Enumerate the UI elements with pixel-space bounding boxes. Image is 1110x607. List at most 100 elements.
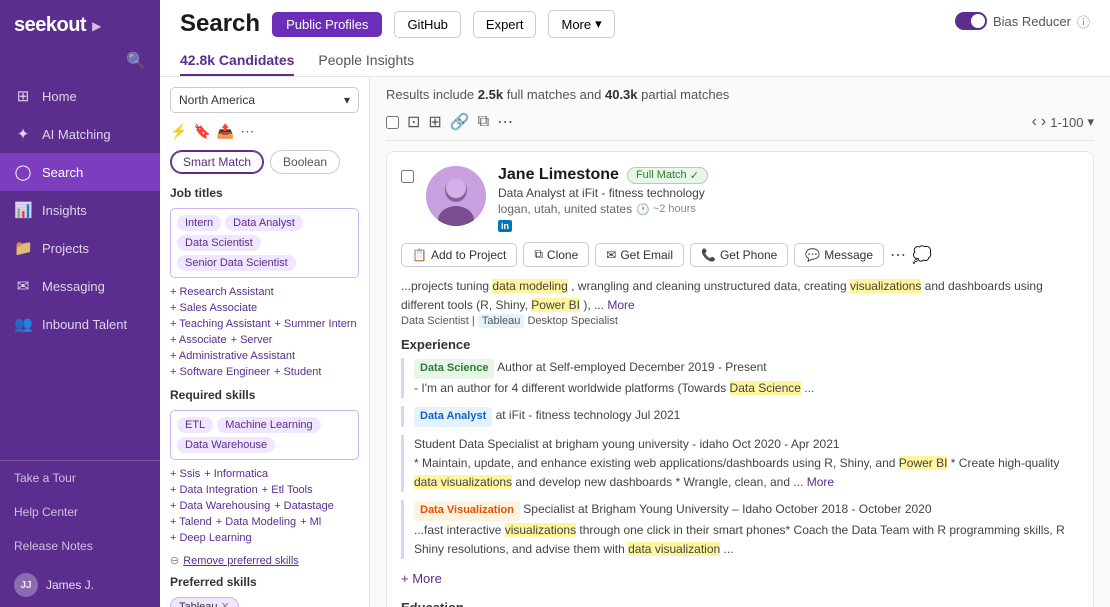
sidebar-help-center[interactable]: Help Center <box>0 495 160 529</box>
highlight-visualizations: visualizations <box>850 279 921 293</box>
suggest-admin-assistant[interactable]: Administrative Assistant <box>170 350 295 362</box>
suggest-datastage[interactable]: Datastage <box>274 500 334 512</box>
global-search-icon[interactable]: 🔍 <box>126 51 146 71</box>
candidate-name-row: Jane Limestone Full Match ✓ <box>498 166 1079 184</box>
sidebar-item-ai-matching[interactable]: ✦ AI Matching <box>0 115 160 153</box>
suggest-talend[interactable]: Talend <box>170 516 212 528</box>
filter-icon-button[interactable]: ⚡ <box>170 123 187 140</box>
message-icon: 💬 <box>805 248 820 262</box>
release-notes-label: Release Notes <box>14 539 93 553</box>
sidebar-item-search[interactable]: ◯ Search <box>0 153 160 191</box>
sidebar-item-home[interactable]: ⊞ Home <box>0 77 160 115</box>
github-button[interactable]: GitHub <box>394 11 460 38</box>
sidebar-take-tour[interactable]: Take a Tour <box>0 461 160 495</box>
suggest-data-integration[interactable]: Data Integration <box>170 484 258 496</box>
phone-icon: 📞 <box>701 248 716 262</box>
upload-icon-button[interactable]: 📤 <box>217 123 234 140</box>
job-title-tag-intern: Intern <box>177 215 221 231</box>
expert-button[interactable]: Expert <box>473 11 537 38</box>
suggest-teaching-assistant[interactable]: Teaching Assistant <box>170 318 270 330</box>
candidate-checkbox[interactable] <box>401 170 414 183</box>
next-page-button[interactable]: › <box>1041 113 1046 131</box>
candidate-actions: 📋 Add to Project ⧉ Clone ✉ Get Email 📞 G… <box>401 242 1079 267</box>
suggest-summer-intern[interactable]: Summer Intern <box>274 318 356 330</box>
exp-more-link[interactable]: More <box>807 475 834 489</box>
more-button[interactable]: More ▾ <box>548 10 614 38</box>
sidebar-release-notes[interactable]: Release Notes <box>0 529 160 563</box>
link-icon[interactable]: 🔗 <box>450 112 470 132</box>
copy-icon[interactable]: ⧉ <box>478 113 489 131</box>
sidebar-item-insights[interactable]: 📊 Insights <box>0 191 160 229</box>
sidebar-item-messaging[interactable]: ✉ Messaging <box>0 267 160 305</box>
inbound-talent-icon: 👥 <box>14 315 32 333</box>
logo-arrow: ▶ <box>92 19 101 33</box>
sidebar-item-label: Messaging <box>42 279 105 294</box>
bias-reducer-info-icon[interactable]: ⓘ <box>1077 12 1090 31</box>
candidate-chat-icon[interactable]: 💭 <box>912 245 932 265</box>
bias-reducer-toggle[interactable]: Bias Reducer ⓘ <box>955 12 1090 31</box>
prev-page-button[interactable]: ‹ <box>1032 113 1037 131</box>
tab-people-insights[interactable]: People Insights <box>318 46 414 76</box>
remove-tableau-tag[interactable]: ✕ <box>221 600 230 607</box>
logo[interactable]: seekout ▶ <box>0 0 160 51</box>
preferred-skills-tags: Tableau ✕ Data Visualization ✕ <box>170 597 359 607</box>
exp-item-data-analyst: Data Analyst at iFit - fitness technolog… <box>401 406 1079 427</box>
job-titles-tags[interactable]: Intern Data Analyst Data Scientist Senio… <box>170 208 359 278</box>
get-phone-button[interactable]: 📞 Get Phone <box>690 243 788 267</box>
suggest-research-assistant[interactable]: Research Assistant <box>170 286 274 298</box>
required-skills-tags[interactable]: ETL Machine Learning Data Warehouse <box>170 410 359 460</box>
user-menu[interactable]: JJ James J. <box>0 563 160 607</box>
more-options-button[interactable]: ⋯ <box>240 123 254 140</box>
suggest-ml[interactable]: Ml <box>300 516 321 528</box>
snippet-more-link[interactable]: More <box>607 298 634 312</box>
job-title-suggestions: Research Assistant Sales Associate Teach… <box>170 286 359 378</box>
candidate-more-icon[interactable]: ⋯ <box>890 245 906 265</box>
smart-match-button[interactable]: Smart Match <box>170 150 264 174</box>
education-title: Education <box>401 600 1079 607</box>
suggest-associate[interactable]: Associate <box>170 334 227 346</box>
linkedin-icon[interactable]: in <box>498 220 512 232</box>
suggest-ssis[interactable]: Ssis <box>170 468 200 480</box>
sidebar-item-projects[interactable]: 📁 Projects <box>0 229 160 267</box>
region-label: North America <box>179 93 255 107</box>
time-ago: 🕐 ~2 hours <box>636 203 696 216</box>
candidate-header: Jane Limestone Full Match ✓ Data Analyst… <box>401 166 1079 232</box>
boolean-button[interactable]: Boolean <box>270 150 340 174</box>
suggest-etl-tools[interactable]: Etl Tools <box>262 484 313 496</box>
bookmark-icon-button[interactable]: 🔖 <box>193 123 210 140</box>
clone-button[interactable]: ⧉ Clone <box>523 242 589 267</box>
results-summary: Results include 2.5k full matches and 40… <box>386 87 1094 102</box>
select-all-checkbox[interactable] <box>386 116 399 129</box>
view-grid-icon[interactable]: ⊡ <box>407 112 420 132</box>
sidebar-item-inbound-talent[interactable]: 👥 Inbound Talent <box>0 305 160 343</box>
suggest-sales-associate[interactable]: Sales Associate <box>170 302 257 314</box>
user-avatar: JJ <box>14 573 38 597</box>
skill-tag-etl: ETL <box>177 417 213 433</box>
suggest-data-modeling[interactable]: Data Modeling <box>216 516 296 528</box>
add-to-project-button[interactable]: 📋 Add to Project <box>401 243 517 267</box>
message-button[interactable]: 💬 Message <box>794 243 884 267</box>
page-dropdown-icon[interactable]: ▾ <box>1087 114 1094 130</box>
suggest-server[interactable]: Server <box>231 334 273 346</box>
remove-preferred-skills-link[interactable]: Remove preferred skills <box>183 555 299 567</box>
full-match-badge: Full Match ✓ <box>627 167 708 184</box>
suggest-deep-learning[interactable]: Deep Learning <box>170 532 252 544</box>
suggest-student[interactable]: Student <box>274 366 321 378</box>
page-range: 1-100 <box>1050 115 1083 130</box>
get-email-button[interactable]: ✉ Get Email <box>595 243 684 267</box>
plus-more-link[interactable]: + More <box>401 571 442 586</box>
chevron-down-icon: ▾ <box>595 16 602 32</box>
highlight-data-viz: data visualizations <box>414 475 512 489</box>
candidate-card: Jane Limestone Full Match ✓ Data Analyst… <box>386 151 1094 607</box>
results-toolbar: ⊡ ⊞ 🔗 ⧉ ⋯ ‹ › 1-100 ▾ <box>386 112 1094 141</box>
ellipsis-icon[interactable]: ⋯ <box>497 112 513 132</box>
view-card-icon[interactable]: ⊞ <box>428 112 441 132</box>
suggest-data-warehousing[interactable]: Data Warehousing <box>170 500 270 512</box>
toggle-switch[interactable] <box>955 12 987 30</box>
tab-candidates[interactable]: 42.8k Candidates <box>180 46 294 76</box>
search-icon: ◯ <box>14 163 32 181</box>
public-profiles-button[interactable]: Public Profiles <box>272 12 382 37</box>
suggest-software-engineer[interactable]: Software Engineer <box>170 366 270 378</box>
suggest-informatica[interactable]: Informatica <box>204 468 268 480</box>
region-selector[interactable]: North America ▾ <box>170 87 359 113</box>
